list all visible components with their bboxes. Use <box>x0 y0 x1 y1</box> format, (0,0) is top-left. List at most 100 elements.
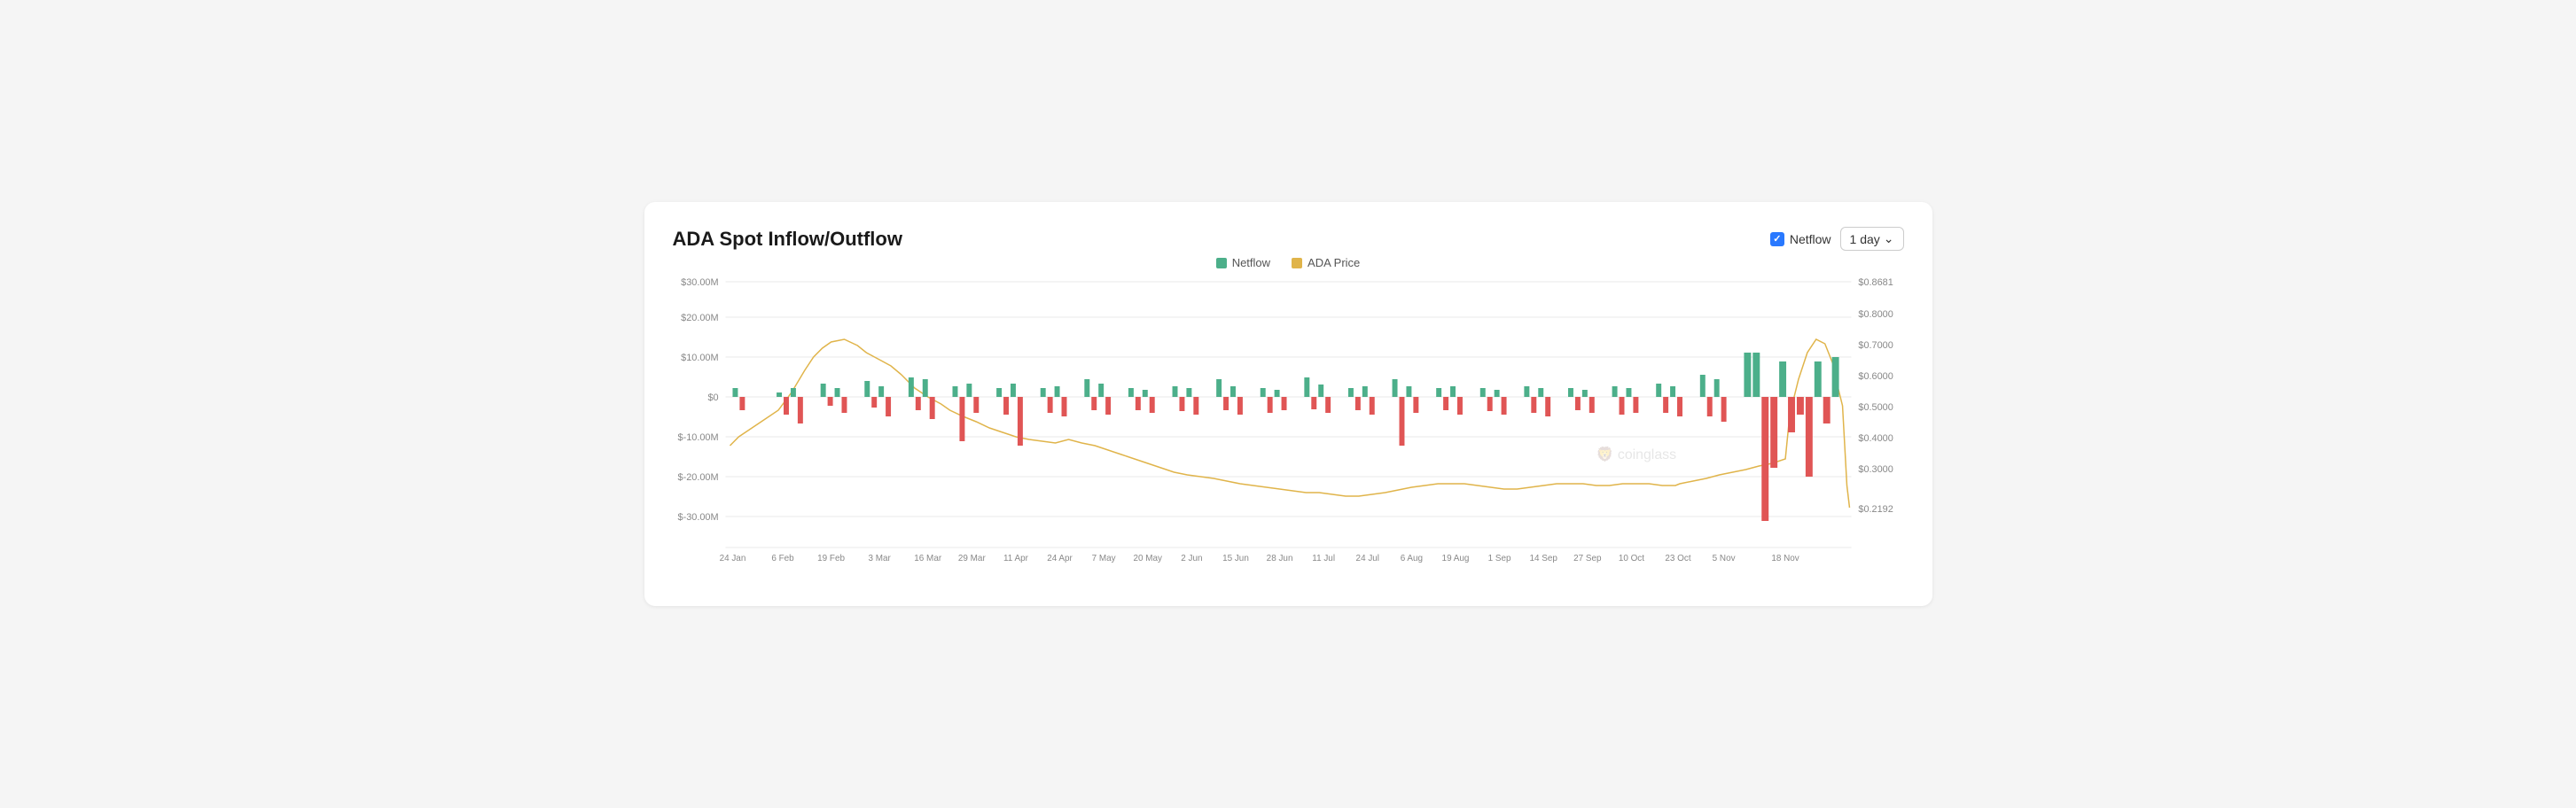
bar <box>1677 397 1682 416</box>
chart-controls: Netflow 1 day ⌄ <box>1770 227 1904 251</box>
bar <box>1633 397 1638 413</box>
bar <box>1713 379 1719 397</box>
bar <box>1706 397 1712 416</box>
bar <box>1788 397 1795 432</box>
bar <box>1568 388 1573 397</box>
svg-text:$0.6000: $0.6000 <box>1858 371 1893 382</box>
bar <box>915 397 920 410</box>
bar <box>1230 386 1236 397</box>
svg-text:24 Jan: 24 Jan <box>719 554 745 563</box>
netflow-checkbox[interactable] <box>1770 232 1784 246</box>
bar <box>834 388 839 397</box>
svg-text:3 Mar: 3 Mar <box>868 554 891 563</box>
svg-text:5 Nov: 5 Nov <box>1712 554 1735 563</box>
bar <box>1436 388 1441 397</box>
bar <box>739 397 745 410</box>
bar <box>1325 397 1331 413</box>
bar <box>1538 388 1543 397</box>
bar <box>1487 397 1492 411</box>
timeframe-value: 1 day <box>1850 232 1880 246</box>
bar <box>1186 388 1191 397</box>
bar <box>1267 397 1272 413</box>
bar <box>1347 388 1353 397</box>
bar <box>1531 397 1536 413</box>
bar <box>1047 397 1052 413</box>
chart-legend: Netflow ADA Price <box>673 256 1904 269</box>
bar <box>1223 397 1229 410</box>
bar <box>1061 397 1066 416</box>
svg-text:1 Sep: 1 Sep <box>1487 554 1510 563</box>
bar <box>1105 397 1111 415</box>
bar <box>973 397 979 413</box>
bar <box>1581 390 1587 397</box>
bar <box>1304 377 1309 397</box>
bar <box>959 397 964 441</box>
svg-text:27 Sep: 27 Sep <box>1573 554 1602 563</box>
bar <box>777 392 782 397</box>
svg-text:$0.2192: $0.2192 <box>1858 504 1893 515</box>
svg-text:$-10.00M: $-10.00M <box>677 432 718 443</box>
bar <box>1752 353 1760 397</box>
bar <box>1443 397 1448 410</box>
bar <box>1260 388 1265 397</box>
svg-text:$20.00M: $20.00M <box>681 313 718 323</box>
bar <box>1823 397 1830 423</box>
bar <box>1354 397 1360 410</box>
legend-label-netflow: Netflow <box>1232 256 1270 269</box>
bar <box>1406 386 1411 397</box>
svg-text:14 Sep: 14 Sep <box>1529 554 1557 563</box>
bar <box>1589 397 1594 413</box>
bar <box>1670 386 1675 397</box>
bar <box>871 397 877 408</box>
timeframe-selector[interactable]: 1 day ⌄ <box>1840 227 1904 251</box>
bar <box>1479 388 1485 397</box>
bar <box>1369 397 1374 415</box>
svg-text:$0.3000: $0.3000 <box>1858 464 1893 475</box>
bar <box>1010 384 1015 397</box>
bar <box>1179 397 1184 411</box>
svg-text:24 Jul: 24 Jul <box>1355 554 1378 563</box>
svg-text:$0.8000: $0.8000 <box>1858 309 1893 320</box>
bar <box>1805 397 1812 477</box>
svg-text:$0: $0 <box>707 392 718 403</box>
svg-text:10 Oct: 10 Oct <box>1618 554 1643 563</box>
bar <box>1744 353 1751 397</box>
bar <box>790 388 795 397</box>
bar <box>908 377 913 397</box>
svg-text:23 Oct: 23 Oct <box>1665 554 1690 563</box>
bar <box>797 397 802 423</box>
bar <box>864 381 870 397</box>
bar <box>1663 397 1668 413</box>
timeframe-arrow: ⌄ <box>1884 231 1894 246</box>
bar <box>1311 397 1316 409</box>
bar <box>1091 397 1097 410</box>
svg-text:$0.7000: $0.7000 <box>1858 340 1893 351</box>
svg-text:$-20.00M: $-20.00M <box>677 472 718 483</box>
svg-text:29 Mar: 29 Mar <box>957 554 986 563</box>
bar <box>1626 388 1631 397</box>
svg-text:20 May: 20 May <box>1133 554 1162 563</box>
svg-text:11 Apr: 11 Apr <box>1003 554 1028 563</box>
bar <box>1281 397 1286 410</box>
svg-text:24 Apr: 24 Apr <box>1047 554 1073 563</box>
legend-dot-netflow <box>1216 258 1227 268</box>
svg-text:$0.5000: $0.5000 <box>1858 402 1893 413</box>
bar <box>966 384 972 397</box>
svg-text:$0.4000: $0.4000 <box>1858 433 1893 444</box>
svg-text:6 Feb: 6 Feb <box>771 554 794 563</box>
bar <box>1831 357 1838 397</box>
bar <box>878 386 884 397</box>
bar <box>929 397 934 419</box>
bar <box>1761 397 1768 521</box>
chart-header: ADA Spot Inflow/Outflow Netflow 1 day ⌄ <box>673 227 1904 251</box>
netflow-checkbox-label[interactable]: Netflow <box>1770 232 1831 246</box>
svg-text:11 Jul: 11 Jul <box>1312 554 1335 563</box>
bar <box>1362 386 1367 397</box>
bar <box>1135 397 1140 410</box>
svg-text:$10.00M: $10.00M <box>681 353 718 363</box>
bar <box>1721 397 1726 422</box>
svg-text:19 Aug: 19 Aug <box>1441 554 1469 563</box>
bar <box>1814 361 1821 397</box>
svg-text:19 Feb: 19 Feb <box>817 554 845 563</box>
bar <box>952 386 957 397</box>
